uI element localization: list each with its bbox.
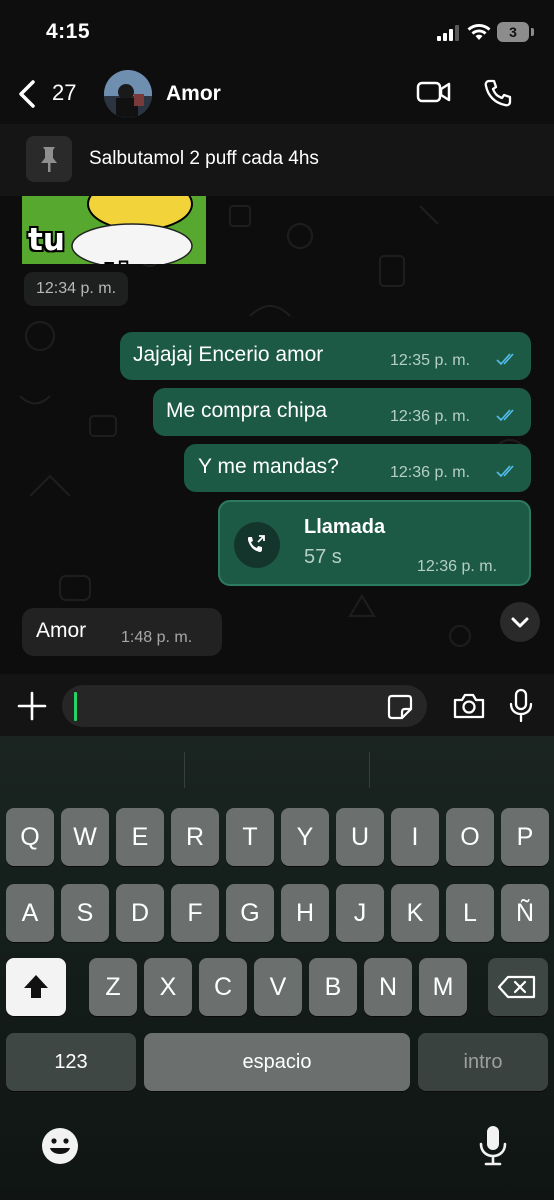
outgoing-message[interactable]: Me compra chipa 12:36 p. m.	[153, 388, 531, 436]
call-duration: 57 s	[304, 546, 342, 568]
camera-icon[interactable]	[452, 692, 486, 720]
key-u[interactable]: U	[336, 808, 384, 866]
back-chevron-icon[interactable]	[16, 80, 38, 108]
chat-area: tu mentira 12:34 p. m. Jajajaj Encerio a…	[0, 196, 554, 674]
video-call-icon[interactable]	[416, 79, 452, 105]
key-n-tilde[interactable]: Ñ	[501, 884, 549, 942]
key-q[interactable]: Q	[6, 808, 54, 866]
pin-icon-box	[26, 136, 72, 182]
key-n[interactable]: N	[364, 958, 412, 1016]
message-text: Jajajaj Encerio amor	[133, 343, 324, 366]
sticker-caption: tu mentira	[28, 222, 165, 264]
incoming-message[interactable]: Amor 1:48 p. m.	[22, 608, 222, 656]
pinned-message-text[interactable]: Salbutamol 2 puff cada 4hs	[89, 148, 319, 170]
unread-count[interactable]: 27	[52, 80, 76, 106]
return-key[interactable]: intro	[418, 1033, 548, 1091]
key-m[interactable]: M	[419, 958, 467, 1016]
dictation-microphone-icon[interactable]	[478, 1124, 508, 1168]
sticker-timestamp: 12:34 p. m.	[24, 272, 129, 306]
read-receipt-icon	[496, 353, 514, 366]
key-l[interactable]: L	[446, 884, 494, 942]
battery-indicator: 3	[497, 22, 529, 42]
chat-header	[0, 66, 554, 124]
text-caret	[74, 692, 77, 721]
delete-key[interactable]	[488, 958, 548, 1016]
sticker-image[interactable]: tu mentira	[22, 196, 206, 264]
read-receipt-icon	[496, 409, 514, 422]
key-w[interactable]: W	[61, 808, 109, 866]
key-k[interactable]: K	[391, 884, 439, 942]
numbers-key[interactable]: 123	[6, 1033, 136, 1091]
key-j[interactable]: J	[336, 884, 384, 942]
suggestion-divider	[184, 752, 185, 788]
message-time: 12:36 p. m.	[390, 408, 471, 425]
outgoing-call-icon	[248, 535, 265, 552]
emoji-icon[interactable]	[40, 1126, 80, 1166]
key-h[interactable]: H	[281, 884, 329, 942]
key-t[interactable]: T	[226, 808, 274, 866]
call-title: Llamada	[304, 516, 386, 538]
battery-tip	[531, 28, 534, 36]
read-receipt-icon	[496, 465, 514, 478]
avatar[interactable]	[104, 70, 152, 118]
message-text: Y me mandas?	[198, 455, 339, 478]
wifi-icon	[467, 24, 491, 40]
contact-name[interactable]: Amor	[166, 82, 221, 106]
shift-arrow-icon	[24, 975, 48, 998]
message-input[interactable]	[62, 685, 427, 727]
key-i[interactable]: I	[391, 808, 439, 866]
suggestion-divider	[369, 752, 370, 788]
message-time: 1:48 p. m.	[121, 629, 193, 646]
plus-icon[interactable]	[16, 690, 48, 722]
message-text: Amor	[36, 619, 87, 642]
call-icon-circle	[234, 522, 280, 568]
message-text: Me compra chipa	[166, 399, 328, 422]
call-message[interactable]: Llamada 57 s 12:36 p. m.	[218, 500, 531, 586]
key-a[interactable]: A	[6, 884, 54, 942]
message-time: 12:36 p. m.	[390, 464, 471, 481]
shift-key[interactable]	[6, 958, 66, 1016]
sticker-icon[interactable]	[386, 693, 414, 721]
voice-call-icon[interactable]	[483, 78, 513, 108]
scroll-down-button[interactable]	[500, 602, 540, 642]
backspace-icon	[497, 975, 536, 999]
key-v[interactable]: V	[254, 958, 302, 1016]
status-time: 4:15	[46, 20, 91, 43]
key-e[interactable]: E	[116, 808, 164, 866]
key-s[interactable]: S	[61, 884, 109, 942]
key-o[interactable]: O	[446, 808, 494, 866]
space-key[interactable]: espacio	[144, 1033, 410, 1091]
message-time: 12:35 p. m.	[390, 352, 471, 369]
chevron-down-icon	[511, 617, 529, 628]
outgoing-message[interactable]: Y me mandas? 12:36 p. m.	[184, 444, 531, 492]
cellular-signal-icon	[437, 25, 459, 41]
key-b[interactable]: B	[309, 958, 357, 1016]
message-time: 12:36 p. m.	[417, 558, 498, 575]
key-z[interactable]: Z	[89, 958, 137, 1016]
pin-icon	[41, 147, 57, 172]
key-g[interactable]: G	[226, 884, 274, 942]
outgoing-message[interactable]: Jajajaj Encerio amor 12:35 p. m.	[120, 332, 531, 380]
microphone-icon[interactable]	[508, 688, 534, 724]
key-y[interactable]: Y	[281, 808, 329, 866]
key-p[interactable]: P	[501, 808, 549, 866]
key-d[interactable]: D	[116, 884, 164, 942]
key-r[interactable]: R	[171, 808, 219, 866]
key-c[interactable]: C	[199, 958, 247, 1016]
key-x[interactable]: X	[144, 958, 192, 1016]
key-f[interactable]: F	[171, 884, 219, 942]
